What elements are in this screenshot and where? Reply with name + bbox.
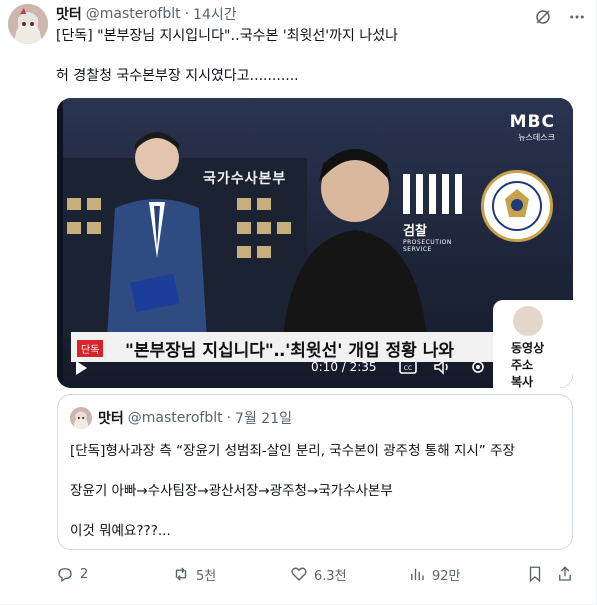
play-icon[interactable] xyxy=(73,360,89,376)
bookmark-icon xyxy=(529,566,541,583)
presenter-thumbnail xyxy=(513,306,543,336)
heart-icon xyxy=(291,567,307,581)
tweet-text-line2: 허 경찰청 국수본부장 지시였다고........... xyxy=(56,68,299,84)
volume-icon[interactable] xyxy=(433,359,451,375)
quoted-date: 7월 21일 xyxy=(235,411,292,427)
broadcaster-sub: 뉴스데스크 xyxy=(518,133,555,142)
share-icon xyxy=(559,566,571,581)
views-button[interactable]: 92만 xyxy=(408,564,461,584)
author-name[interactable]: 맛터 xyxy=(56,4,82,24)
prosecution-emblem: 검찰 PROSECUTION SERVICE xyxy=(403,174,483,253)
tweet-top-actions xyxy=(532,6,588,28)
ticker-tag: 단독 xyxy=(77,340,104,357)
share-button[interactable] xyxy=(556,564,574,584)
pip-line-1: 동영상 xyxy=(511,341,545,355)
quoted-avatar xyxy=(70,407,92,429)
prosecution-label: 검찰 xyxy=(403,224,427,239)
reply-button[interactable]: 2 xyxy=(56,564,88,584)
broadcaster-logo: MBC 뉴스데스크 xyxy=(510,112,555,143)
quoted-header: 맛터 @masterofblt · 7월 21일 xyxy=(98,407,292,429)
quoted-text-line1: [단독]형사과장 측 “장윤기 성범죄-살인 분리, 국수본이 광주청 통해 지… xyxy=(70,443,515,459)
reply-icon xyxy=(58,568,72,583)
bookmark-button[interactable] xyxy=(526,564,544,584)
quoted-text-line2: 장윤기 아빠→수사팀장→광산서장→광주청→국가수사본부 xyxy=(70,483,393,499)
grok-icon[interactable] xyxy=(532,6,554,28)
repost-icon xyxy=(175,567,187,581)
like-button[interactable]: 6.3천 xyxy=(290,564,347,584)
views-icon xyxy=(411,568,424,580)
pip-line-3: 복사 xyxy=(511,375,534,388)
quoted-author-handle: @masterofblt xyxy=(127,410,223,426)
police-seal-icon xyxy=(481,170,553,242)
tweet: 맛터 @masterofblt · 14시간 [단독] "본부장님 지시입니다"… xyxy=(0,0,597,605)
more-icon[interactable] xyxy=(566,6,588,28)
quoted-tweet[interactable]: 맛터 @masterofblt · 7월 21일 [단독]형사과장 측 “장윤기… xyxy=(57,394,573,550)
quoted-separator: · xyxy=(226,410,232,426)
repost-button[interactable]: 5천 xyxy=(172,564,216,584)
pip-line-2: 주소 xyxy=(511,358,534,372)
reply-count: 2 xyxy=(80,566,89,582)
settings-icon[interactable] xyxy=(469,359,487,375)
copy-video-link-popup[interactable]: 동영상 주소 복사 xyxy=(493,300,573,388)
timestamp[interactable]: 14시간 xyxy=(193,4,237,24)
video-timestamp: 0:10 / 2:35 xyxy=(311,360,377,374)
tweet-actions: 2 5천 6.3천 92만 xyxy=(56,564,576,584)
captions-icon[interactable]: CC xyxy=(399,359,417,375)
copy-video-link-label: 동영상 주소 복사 xyxy=(511,340,544,388)
separator: · xyxy=(184,6,190,22)
building-sign: 국가수사본부 xyxy=(203,171,287,187)
prosecution-logo-icon xyxy=(403,174,483,214)
repost-count: 5천 xyxy=(196,568,217,584)
video-player[interactable]: 국가수사본부 MBC 뉴스데스크 검찰 PROSECUTION SERVICE … xyxy=(57,98,573,388)
author-handle[interactable]: @masterofblt xyxy=(86,6,181,22)
like-count: 6.3천 xyxy=(314,568,347,584)
broadcaster-name: MBC xyxy=(509,112,555,132)
prosecution-sub: PROSECUTION SERVICE xyxy=(403,239,452,253)
quoted-author-name: 맛터 xyxy=(98,411,124,427)
avatar[interactable] xyxy=(8,4,48,44)
svg-text:CC: CC xyxy=(404,365,412,372)
tweet-header: 맛터 @masterofblt · 14시간 xyxy=(56,4,237,24)
tweet-text-line1: [단독] "본부장님 지시입니다"‥국수본 '최윗선'까지 나섰나 xyxy=(56,28,399,44)
view-count: 92만 xyxy=(432,568,461,584)
news-ticker: 단독 "본부장님 지십니다"‥'최윗선' 개입 정황 나와 xyxy=(71,332,493,362)
quoted-text-line3: 이것 뭐예요???... xyxy=(70,523,171,539)
ticker-headline: "본부장님 지십니다"‥'최윗선' 개입 정황 나와 xyxy=(125,341,455,361)
